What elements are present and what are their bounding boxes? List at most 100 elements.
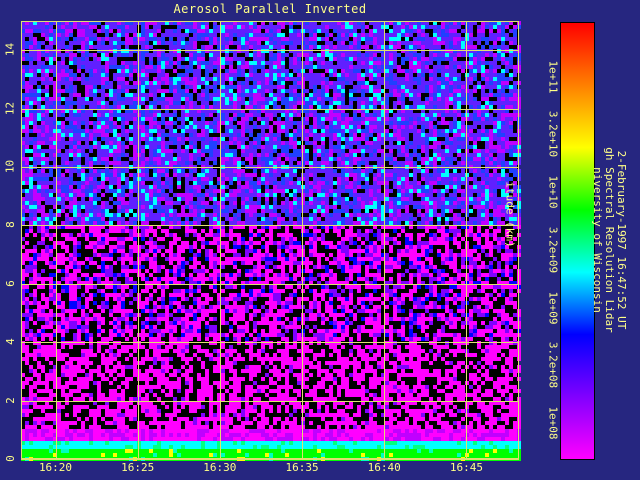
- heatmap-cell: [253, 169, 257, 173]
- heatmap-cell: [505, 69, 509, 73]
- heatmap-cell: [389, 89, 393, 93]
- heatmap-cell: [149, 157, 153, 161]
- heatmap-cell: [445, 89, 449, 93]
- heatmap-cell: [453, 117, 457, 121]
- heatmap-cell: [113, 41, 117, 45]
- heatmap-cell: [329, 205, 333, 209]
- heatmap-cell: [233, 125, 237, 129]
- heatmap-cell: [409, 93, 413, 97]
- heatmap-cell: [437, 173, 441, 177]
- heatmap-cell: [25, 145, 29, 149]
- heatmap-cell: [321, 137, 325, 141]
- heatmap-cell: [197, 57, 201, 61]
- heatmap-cell: [493, 41, 497, 45]
- heatmap-cell: [49, 61, 53, 65]
- heatmap-cell: [417, 117, 421, 121]
- heatmap-cell: [133, 85, 137, 89]
- heatmap-cell: [85, 93, 89, 97]
- heatmap-cell: [265, 117, 269, 121]
- heatmap-cell: [57, 45, 61, 49]
- heatmap-cell: [285, 97, 289, 101]
- heatmap-cell: [437, 41, 441, 45]
- heatmap-cell: [125, 209, 129, 213]
- heatmap-cell: [265, 69, 269, 73]
- heatmap-cell: [489, 181, 493, 185]
- heatmap-cell: [213, 73, 217, 77]
- heatmap-cell: [405, 29, 409, 33]
- heatmap-cell: [349, 205, 353, 209]
- heatmap-cell: [481, 77, 485, 81]
- heatmap-cell: [237, 25, 241, 29]
- heatmap-cell: [201, 45, 205, 49]
- heatmap-cell: [145, 97, 149, 101]
- heatmap-cell: [249, 25, 253, 29]
- heatmap-cell: [73, 113, 77, 117]
- heatmap-cell: [197, 37, 201, 41]
- heatmap-cell: [345, 181, 349, 185]
- heatmap-cell: [277, 105, 281, 109]
- heatmap-cell: [153, 189, 157, 193]
- heatmap-cell: [357, 89, 361, 93]
- heatmap-cell: [205, 121, 209, 125]
- heatmap-cell: [149, 133, 153, 137]
- heatmap-cell: [121, 89, 125, 93]
- heatmap-cell: [229, 133, 233, 137]
- heatmap-cell: [149, 93, 153, 97]
- heatmap-cell: [349, 125, 353, 129]
- heatmap-cell: [481, 201, 485, 205]
- heatmap-cell: [141, 205, 145, 209]
- heatmap-cell: [165, 121, 169, 125]
- heatmap-cell: [213, 137, 217, 141]
- heatmap-cell: [49, 137, 53, 141]
- heatmap-cell: [313, 197, 317, 201]
- heatmap-cell: [437, 53, 441, 57]
- heatmap-cell: [501, 29, 505, 33]
- heatmap-cell: [173, 77, 177, 81]
- heatmap-cell: [225, 77, 229, 81]
- heatmap-cell: [209, 33, 213, 37]
- heatmap-cell: [473, 201, 477, 205]
- heatmap-cell: [257, 145, 261, 149]
- heatmap-cell: [513, 65, 517, 69]
- heatmap-cell: [509, 57, 513, 61]
- heatmap-cell: [133, 113, 137, 117]
- heatmap-cell: [221, 141, 225, 145]
- heatmap-cell: [257, 185, 261, 189]
- heatmap-cell: [141, 125, 145, 129]
- heatmap-cell: [185, 153, 189, 157]
- heatmap-cell: [205, 133, 209, 137]
- heatmap-cell: [229, 77, 233, 81]
- heatmap-cell: [445, 29, 449, 33]
- heatmap-cell: [449, 129, 453, 133]
- heatmap-cell: [353, 117, 357, 121]
- heatmap-cell: [257, 189, 261, 193]
- heatmap-cell: [225, 193, 229, 197]
- heatmap-cell: [201, 205, 205, 209]
- heatmap-cell: [37, 177, 41, 181]
- heatmap-cell: [489, 161, 493, 165]
- heatmap-cell: [169, 113, 173, 117]
- heatmap-cell: [273, 141, 277, 145]
- heatmap-cell: [33, 189, 37, 193]
- heatmap-cell: [413, 77, 417, 81]
- heatmap-cell: [141, 189, 145, 193]
- heatmap-cell: [489, 45, 493, 49]
- heatmap-cell: [73, 189, 77, 193]
- heatmap-cell: [297, 201, 301, 205]
- heatmap-cell: [473, 117, 477, 121]
- heatmap-cell: [149, 113, 153, 117]
- heatmap-cell: [161, 209, 165, 213]
- heatmap-cell: [365, 201, 369, 205]
- heatmap-cell: [237, 177, 241, 181]
- heatmap-cell: [205, 181, 209, 185]
- heatmap-cell: [441, 153, 445, 157]
- heatmap-cell: [393, 173, 397, 177]
- heatmap-cell: [289, 125, 293, 129]
- heatmap-cell: [369, 113, 373, 117]
- heatmap-cell: [297, 121, 301, 125]
- heatmap-cell: [421, 201, 425, 205]
- heatmap-cell: [113, 33, 117, 37]
- heatmap-cell: [461, 189, 465, 193]
- heatmap-cell: [249, 145, 253, 149]
- heatmap-cell: [105, 85, 109, 89]
